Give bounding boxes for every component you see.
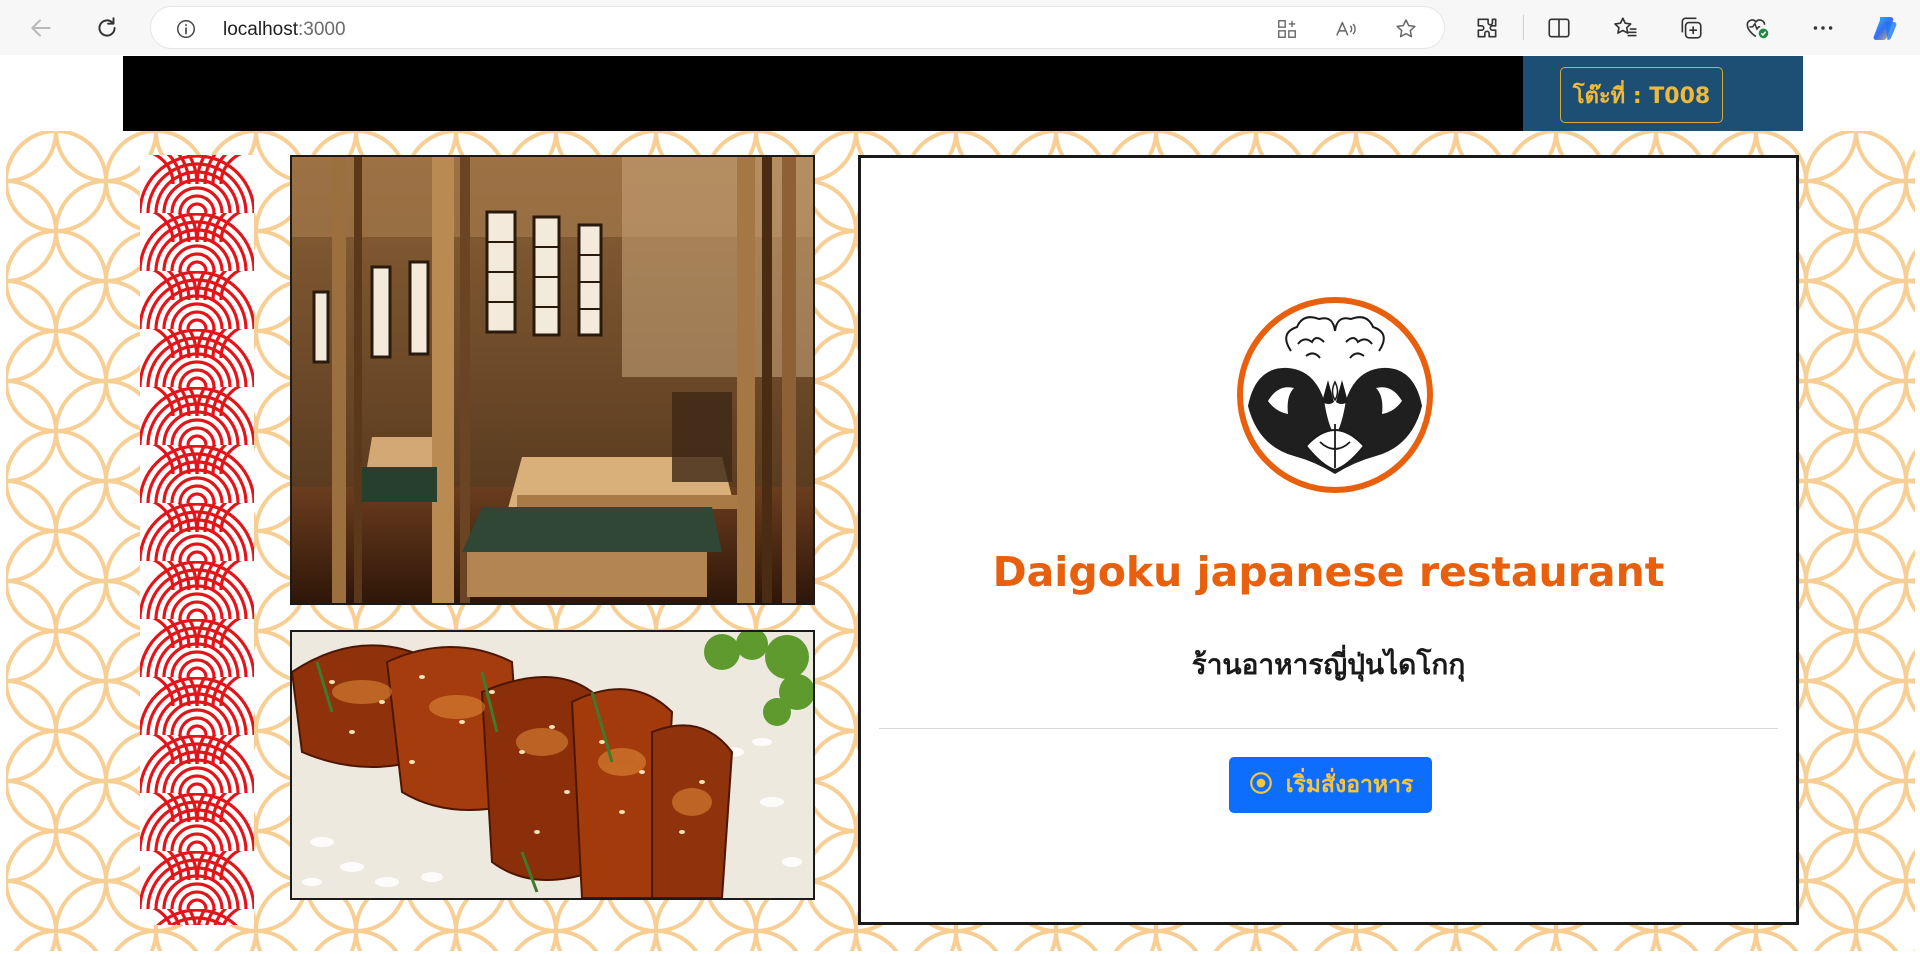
browser-essentials-icon[interactable]: [1740, 11, 1774, 45]
order-icon: [1248, 770, 1274, 800]
back-icon[interactable]: [24, 11, 58, 45]
table-number-badge[interactable]: โต๊ะที่ : T008: [1560, 67, 1723, 123]
red-wave-decoration: [140, 155, 254, 925]
collections-icon[interactable]: [1674, 11, 1708, 45]
favorites-icon[interactable]: [1608, 11, 1642, 45]
teriyaki-chicken-photo: [290, 630, 815, 900]
url-text[interactable]: localhost:3000: [223, 19, 346, 41]
copilot-icon[interactable]: [1869, 11, 1903, 45]
start-order-label: เริ่มสั่งอาหาร: [1285, 772, 1414, 798]
top-navbar: โต๊ะที่ : T008: [123, 56, 1803, 131]
url-host: localhost: [223, 19, 298, 40]
app-available-icon[interactable]: [1276, 18, 1298, 44]
toolbar-separator: [1523, 15, 1524, 40]
browser-toolbar: localhost:3000: [0, 0, 1920, 55]
restaurant-interior-photo: [290, 155, 815, 605]
card-divider: [879, 728, 1778, 729]
info-icon[interactable]: [175, 18, 197, 44]
more-icon[interactable]: [1806, 11, 1840, 45]
restaurant-logo: [1237, 297, 1433, 493]
address-bar[interactable]: localhost:3000: [150, 6, 1445, 49]
reload-icon[interactable]: [90, 11, 124, 45]
restaurant-name-title: Daigoku japanese restaurant: [992, 548, 1665, 596]
split-screen-icon[interactable]: [1542, 11, 1576, 45]
url-port: :3000: [298, 19, 346, 40]
read-aloud-icon[interactable]: [1334, 18, 1358, 44]
table-info-area: โต๊ะที่ : T008: [1523, 56, 1803, 131]
welcome-card: Daigoku japanese restaurant ร้านอาหารญี่…: [858, 155, 1799, 925]
favorite-star-icon[interactable]: [1394, 17, 1418, 45]
extensions-icon[interactable]: [1470, 11, 1504, 45]
restaurant-name-thai: ร้านอาหารญี่ปุ่นไดโกกุ: [1191, 648, 1466, 681]
page-viewport: โต๊ะที่ : T008 Daigoku japanese restaura…: [6, 55, 1915, 951]
start-order-button[interactable]: เริ่มสั่งอาหาร: [1229, 757, 1432, 813]
